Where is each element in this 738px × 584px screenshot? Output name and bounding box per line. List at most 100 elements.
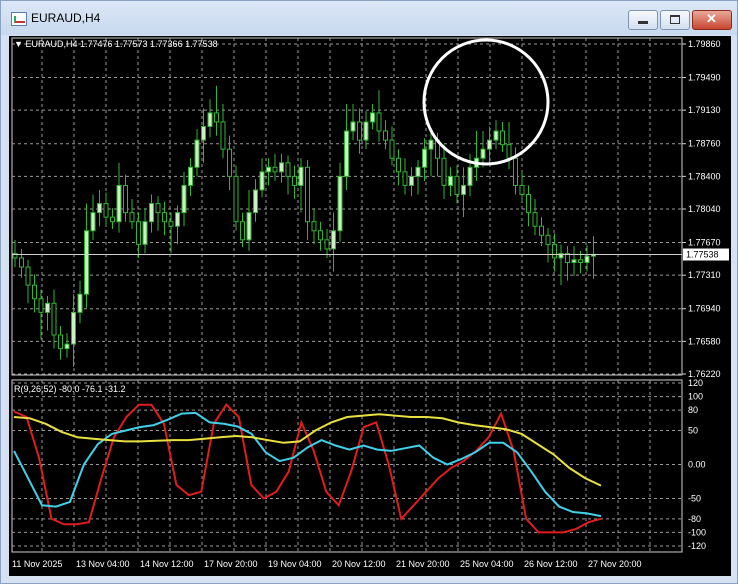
rsi-9-line <box>13 403 602 534</box>
candle-bull <box>149 203 154 223</box>
time-axis-label: 17 Nov 20:00 <box>204 559 258 569</box>
candle-bull <box>175 212 180 227</box>
candle-bull <box>181 184 187 214</box>
candle-bear <box>38 298 44 313</box>
candle-bear <box>454 175 460 195</box>
title-bar[interactable]: EURAUD,H4 ✕ <box>1 1 737 35</box>
candle-bear <box>578 259 583 263</box>
price-tick-label: 1.78400 <box>688 171 721 181</box>
candle-bull <box>259 171 265 191</box>
candle-bear <box>272 166 278 173</box>
candle-bull <box>84 230 89 295</box>
time-axis-label: 26 Nov 12:00 <box>524 559 578 569</box>
indicator-tick-label: -50 <box>688 493 701 503</box>
candle-bull <box>64 343 70 350</box>
candle-bear <box>103 203 109 218</box>
indicator-tick-label: -120 <box>688 541 706 551</box>
candle-bear <box>285 162 291 177</box>
candle-bull <box>571 259 577 263</box>
chart-symbol: EURAUD,H4 <box>25 39 78 49</box>
candle-bear <box>519 184 525 195</box>
candle-bull <box>448 175 453 186</box>
price-tick-label: 1.78760 <box>688 139 721 149</box>
indicator-tick-label: 50 <box>688 426 698 436</box>
candle-bull <box>279 162 284 173</box>
time-axis-label: 19 Nov 04:00 <box>268 559 322 569</box>
indicator-tick-label: 80 <box>688 405 698 415</box>
candle-bull <box>584 255 590 263</box>
candle-bear <box>311 221 317 232</box>
candle-bear <box>292 175 297 186</box>
candle-bear <box>129 212 135 223</box>
price-tick-label: 1.76580 <box>688 336 721 346</box>
time-axis-label: 25 Nov 04:00 <box>460 559 514 569</box>
candle-bull <box>337 175 343 232</box>
candle-bear <box>318 230 323 241</box>
candle-bull <box>77 293 83 313</box>
price-tick-label: 1.79490 <box>688 73 721 83</box>
price-tick-label: 1.78040 <box>688 204 721 214</box>
candle-bull <box>266 166 271 173</box>
candle-bear <box>513 157 518 186</box>
candle-bear <box>376 112 382 132</box>
candle-bull <box>480 148 486 159</box>
maximize-icon <box>670 15 680 24</box>
candle-bear <box>552 243 557 259</box>
candle-bear <box>155 203 161 214</box>
candle-bull <box>350 121 356 132</box>
minimize-icon <box>638 21 648 24</box>
triangle-down-icon[interactable]: ▼ <box>14 39 23 49</box>
current-price-label: 1.77538 <box>686 250 719 260</box>
candle-bear <box>19 257 24 268</box>
highlight-circle <box>422 38 550 166</box>
candle-bull <box>428 139 434 150</box>
candle-bear <box>32 284 37 300</box>
time-axis-label: 21 Nov 20:00 <box>396 559 450 569</box>
candle-bull <box>422 148 427 168</box>
price-tick-label: 1.79130 <box>688 105 721 115</box>
minimize-button[interactable] <box>628 10 658 30</box>
candle-bull <box>331 230 336 250</box>
indicator-label: R(9,26,52) -80.0 -76.1 -31.2 <box>14 384 126 394</box>
candle-bear <box>233 175 239 223</box>
candle-bear <box>545 234 551 245</box>
time-axis-label: 27 Nov 20:00 <box>588 559 642 569</box>
candle-bull <box>116 184 122 223</box>
price-tick-label: 1.76940 <box>688 304 721 314</box>
candle-bear <box>383 130 388 141</box>
price-tick-label: 1.77310 <box>688 270 721 280</box>
candle-bear <box>324 239 330 250</box>
chart-svg[interactable]: 1.79860 1.79490 1.79130 1.78760 1.78400 1.780… <box>9 36 731 576</box>
candle-bull <box>246 212 252 241</box>
candle-bull <box>97 203 102 214</box>
candle-bull <box>298 166 304 186</box>
candle-bear <box>402 171 408 186</box>
candle-bear <box>25 266 31 286</box>
indicator-tick-label: -100 <box>688 527 706 537</box>
close-icon: ✕ <box>706 11 717 26</box>
chart-window-icon <box>11 12 27 26</box>
indicator-tick-label: 120 <box>688 378 703 388</box>
maximize-button[interactable] <box>660 10 690 30</box>
time-axis-label: 11 Nov 2025 <box>12 559 62 569</box>
window-title: EURAUD,H4 <box>31 11 101 25</box>
indicator-tick-label: -80 <box>688 514 701 524</box>
candle-bear <box>500 130 505 146</box>
main-pane-border <box>11 37 683 376</box>
chart-area[interactable]: 1.79860 1.79490 1.79130 1.78760 1.78400 1.780… <box>9 36 731 576</box>
app-window: EURAUD,H4 ✕ 1.79860 1.79490 1.79130 1.78760… <box>0 0 738 584</box>
candle-bull <box>90 212 96 232</box>
candle-bear <box>214 112 219 123</box>
candle-bear <box>123 184 128 214</box>
candle-bear <box>168 221 174 227</box>
candle-bear <box>532 212 538 227</box>
close-button[interactable]: ✕ <box>692 10 732 30</box>
candle-bull <box>71 311 76 345</box>
candle-bear <box>357 121 362 141</box>
candle-bear <box>396 157 401 173</box>
time-axis-label: 14 Nov 12:00 <box>140 559 194 569</box>
price-tick-label: 1.79860 <box>688 39 721 49</box>
candle-bear <box>526 193 531 214</box>
time-axis-label: 20 Nov 12:00 <box>332 559 386 569</box>
candle-bull <box>45 302 50 313</box>
